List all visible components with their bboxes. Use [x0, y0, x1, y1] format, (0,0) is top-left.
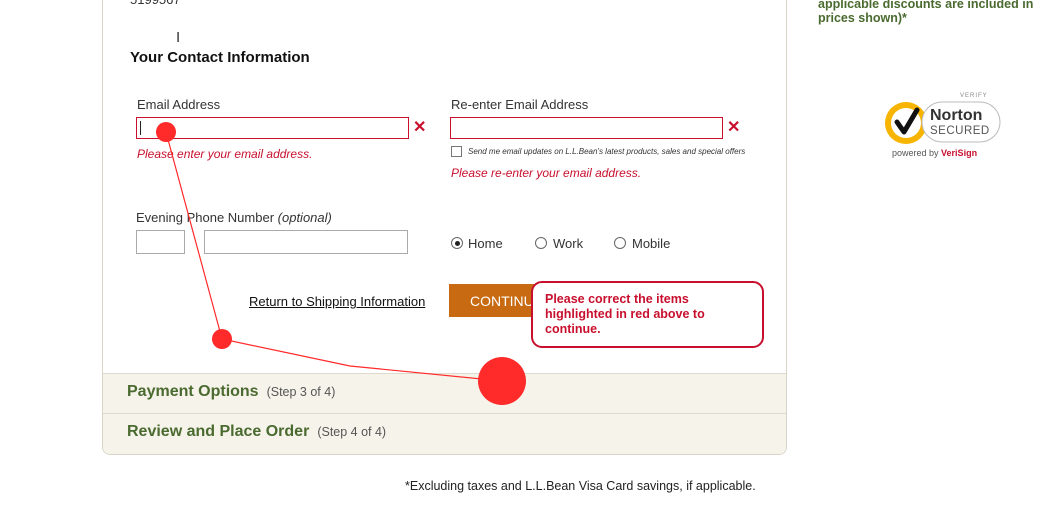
click-trail-overlay — [165, 131, 503, 382]
click-marker-dot — [212, 329, 232, 349]
click-marker-dot-large — [478, 357, 526, 405]
click-marker-dot — [156, 122, 176, 142]
